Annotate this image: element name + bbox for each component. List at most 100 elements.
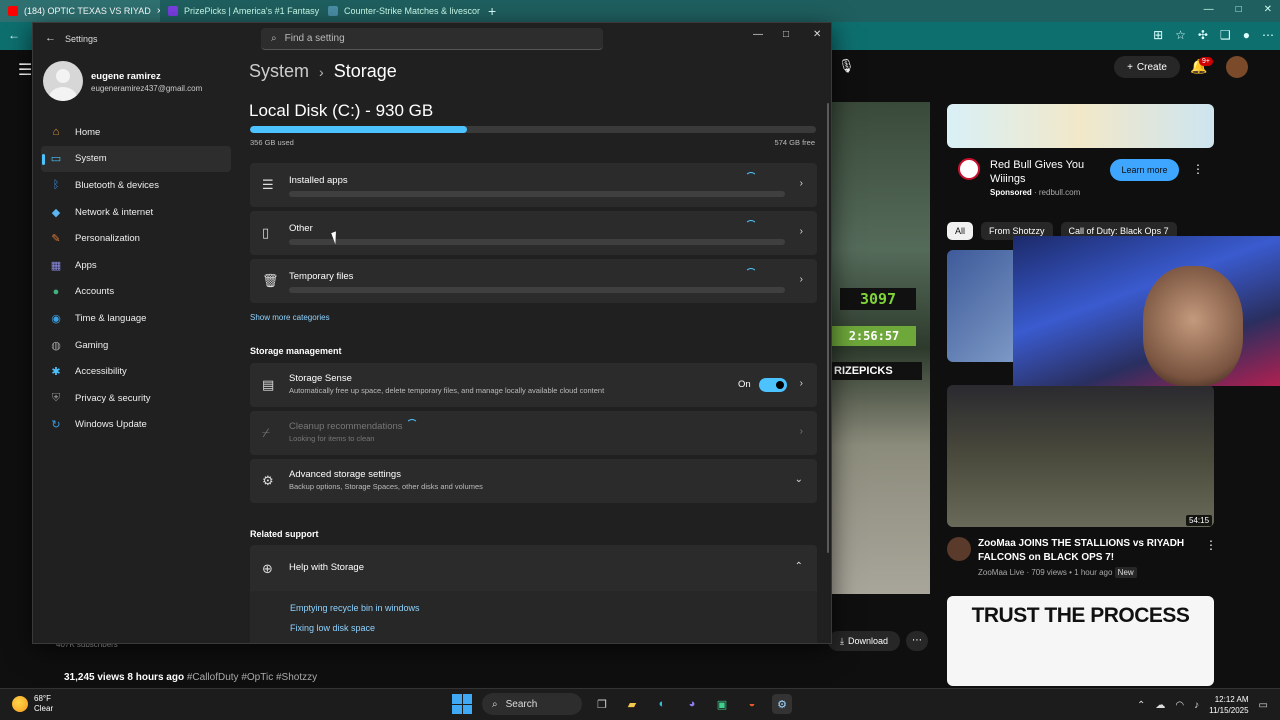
create-button[interactable]: + Create (1114, 56, 1180, 78)
time: 12:12 AM (1214, 695, 1249, 704)
nav-item-gaming[interactable]: ◍ Gaming (41, 332, 231, 359)
learn-more-button[interactable]: Learn more (1110, 159, 1179, 181)
start-button[interactable] (452, 694, 472, 714)
minimize-icon[interactable]: — (753, 29, 763, 40)
storage-sense-title: Storage Sense (289, 373, 352, 384)
help-link-low-disk-space[interactable]: Fixing low disk space (290, 623, 375, 633)
nav-item-network[interactable]: ◆ Network & internet (41, 199, 231, 226)
file-explorer-icon[interactable]: ▰ (622, 694, 642, 714)
taskbar-search[interactable]: ⌕ Search (482, 693, 582, 715)
scrollbar[interactable] (827, 103, 829, 553)
channel-name[interactable]: ZooMaa Live (978, 568, 1024, 577)
hamburger-menu-icon[interactable]: ☰ (18, 60, 32, 80)
task-view-icon[interactable]: ❐ (592, 694, 612, 714)
nav-item-system[interactable]: ▭ System (41, 145, 231, 173)
chevron-up-icon[interactable]: ⌃ (1137, 700, 1145, 711)
edge-icon[interactable]: ◐ (652, 694, 672, 714)
nav-item-windows-update[interactable]: ↻ Windows Update (41, 412, 231, 439)
category-temporary-files[interactable]: 🗑 Temporary files › (250, 259, 817, 303)
favorite-star-icon[interactable]: ☆ (1175, 28, 1186, 42)
maximize-icon[interactable]: □ (783, 29, 789, 40)
channel-avatar[interactable] (947, 537, 971, 561)
notifications-icon[interactable]: ▭ (1259, 700, 1268, 711)
split-screen-icon[interactable]: ⊞ (1153, 28, 1163, 42)
nav-label: Accessibility (75, 366, 127, 378)
help-link-recycle-bin[interactable]: Emptying recycle bin in windows (290, 603, 420, 613)
youtube-avatar[interactable] (1226, 56, 1248, 78)
settings-search-input[interactable]: ⌕ Find a setting (261, 28, 603, 50)
download-button[interactable]: ⤓ Download (828, 631, 900, 651)
chip-all[interactable]: All (947, 222, 974, 240)
help-with-storage-row[interactable]: ⊕ Help with Storage ⌃ (250, 545, 817, 591)
browser-tab-prizepicks[interactable]: PrizePicks | America's #1 Fantasy × (160, 0, 320, 22)
nav-item-accounts[interactable]: ● Accounts (41, 279, 231, 306)
app-title: Settings (65, 34, 98, 44)
breadcrumb-parent[interactable]: System (249, 61, 309, 82)
gear-icon: ⚙ (262, 473, 274, 488)
close-icon[interactable]: ✕ (813, 29, 821, 40)
cloud-icon[interactable]: ☁ (1155, 700, 1165, 711)
help-links-panel: Emptying recycle bin in windows Fixing l… (250, 591, 817, 643)
nav-item-apps[interactable]: ▦ Apps (41, 252, 231, 279)
extensions-icon[interactable]: ✣ (1198, 28, 1208, 42)
ad-more-icon[interactable]: ⋮ (1192, 162, 1204, 176)
toggle-state-label: On (738, 379, 751, 390)
advanced-storage-settings-row[interactable]: ⚙ Advanced storage settings Backup optio… (250, 459, 817, 503)
browser-icon[interactable]: ◒ (742, 694, 762, 714)
nav-item-bluetooth[interactable]: ᛒ Bluetooth & devices (41, 172, 231, 199)
nav-item-accessibility[interactable]: ✱ Accessibility (41, 358, 231, 385)
close-icon[interactable]: ✕ (1264, 4, 1272, 15)
category-installed-apps[interactable]: ☰ Installed apps › (250, 163, 817, 207)
view-info: 709 views • 1 hour ago (1031, 568, 1113, 577)
discord-icon[interactable]: ◕ (682, 694, 702, 714)
hashtags[interactable]: #CallofDuty #OpTic #Shotzzy (187, 672, 317, 683)
loading-spinner-icon (745, 172, 757, 184)
volume-icon[interactable]: ♪ (1194, 700, 1199, 711)
broom-icon: ⌿ (262, 425, 270, 440)
new-tab-icon[interactable]: + (480, 3, 504, 19)
video-title[interactable]: ZooMaa JOINS THE STALLIONS vs RIYADH FAL… (978, 537, 1193, 565)
nav-item-home[interactable]: ⌂ Home (41, 119, 231, 146)
ad-banner-image[interactable] (947, 104, 1214, 148)
settings-gear-icon[interactable]: ⚙ (772, 694, 792, 714)
storage-management-heading: Storage management (250, 346, 342, 356)
avatar[interactable] (43, 61, 83, 101)
date: 11/15/2025 (1209, 706, 1249, 715)
video-more-icon[interactable]: ⋮ (1205, 538, 1217, 552)
back-arrow-icon[interactable]: ← (45, 32, 56, 44)
cleanup-recommendations-row[interactable]: ⌿ Cleanup recommendations Looking for it… (250, 411, 817, 455)
video-thumbnail[interactable] (947, 385, 1214, 527)
clock[interactable]: 12:12 AM 11/15/2025 (1209, 694, 1248, 716)
profile-icon[interactable]: ● (1243, 28, 1250, 42)
minimize-icon[interactable]: — (1204, 4, 1214, 15)
more-icon[interactable]: ⋯ (1262, 28, 1274, 42)
weather-widget[interactable]: 68°F Clear (12, 694, 53, 714)
taskbar-search-label: Search (505, 698, 538, 710)
list-icon: ☰ (262, 177, 274, 192)
collections-icon[interactable]: ❑ (1220, 28, 1231, 42)
chevron-right-icon: › (799, 426, 803, 437)
video-player[interactable] (832, 102, 930, 594)
user-name: eugene ramirez (91, 71, 161, 82)
show-more-categories-link[interactable]: Show more categories (250, 313, 330, 322)
video-thumbnail[interactable]: TRUST THE PROCESS (947, 596, 1214, 686)
loading-spinner-icon (745, 220, 757, 232)
maximize-icon[interactable]: □ (1236, 4, 1242, 15)
back-icon[interactable]: ← (8, 28, 20, 42)
controller-icon: ◍ (51, 339, 61, 352)
disk-free-label: 574 GB free (774, 138, 815, 147)
storage-sense-row[interactable]: ▤ Storage Sense Automatically free up sp… (250, 363, 817, 407)
nav-item-time-language[interactable]: ◉ Time & language (41, 305, 231, 332)
nav-label: Time & language (75, 312, 147, 324)
storage-sense-toggle[interactable] (759, 378, 787, 392)
nav-item-personalization[interactable]: ✎ Personalization (41, 225, 231, 252)
wifi-icon[interactable]: ◠ (1175, 700, 1184, 711)
microphone-icon[interactable]: 🎙 (838, 58, 858, 78)
monitor-icon: ▭ (50, 153, 62, 166)
more-actions-button[interactable]: ⋯ (906, 631, 928, 651)
nav-item-privacy[interactable]: ⛨ Privacy & security (41, 385, 231, 412)
app-icon[interactable]: ▣ (712, 694, 732, 714)
browser-tab-youtube[interactable]: (184) OPTIC TEXAS VS RIYAD × (0, 0, 160, 22)
ad-title[interactable]: Red Bull Gives You Wiiings (990, 158, 1100, 186)
browser-tab-counter-strike[interactable]: Counter-Strike Matches & livescore × (320, 0, 480, 22)
